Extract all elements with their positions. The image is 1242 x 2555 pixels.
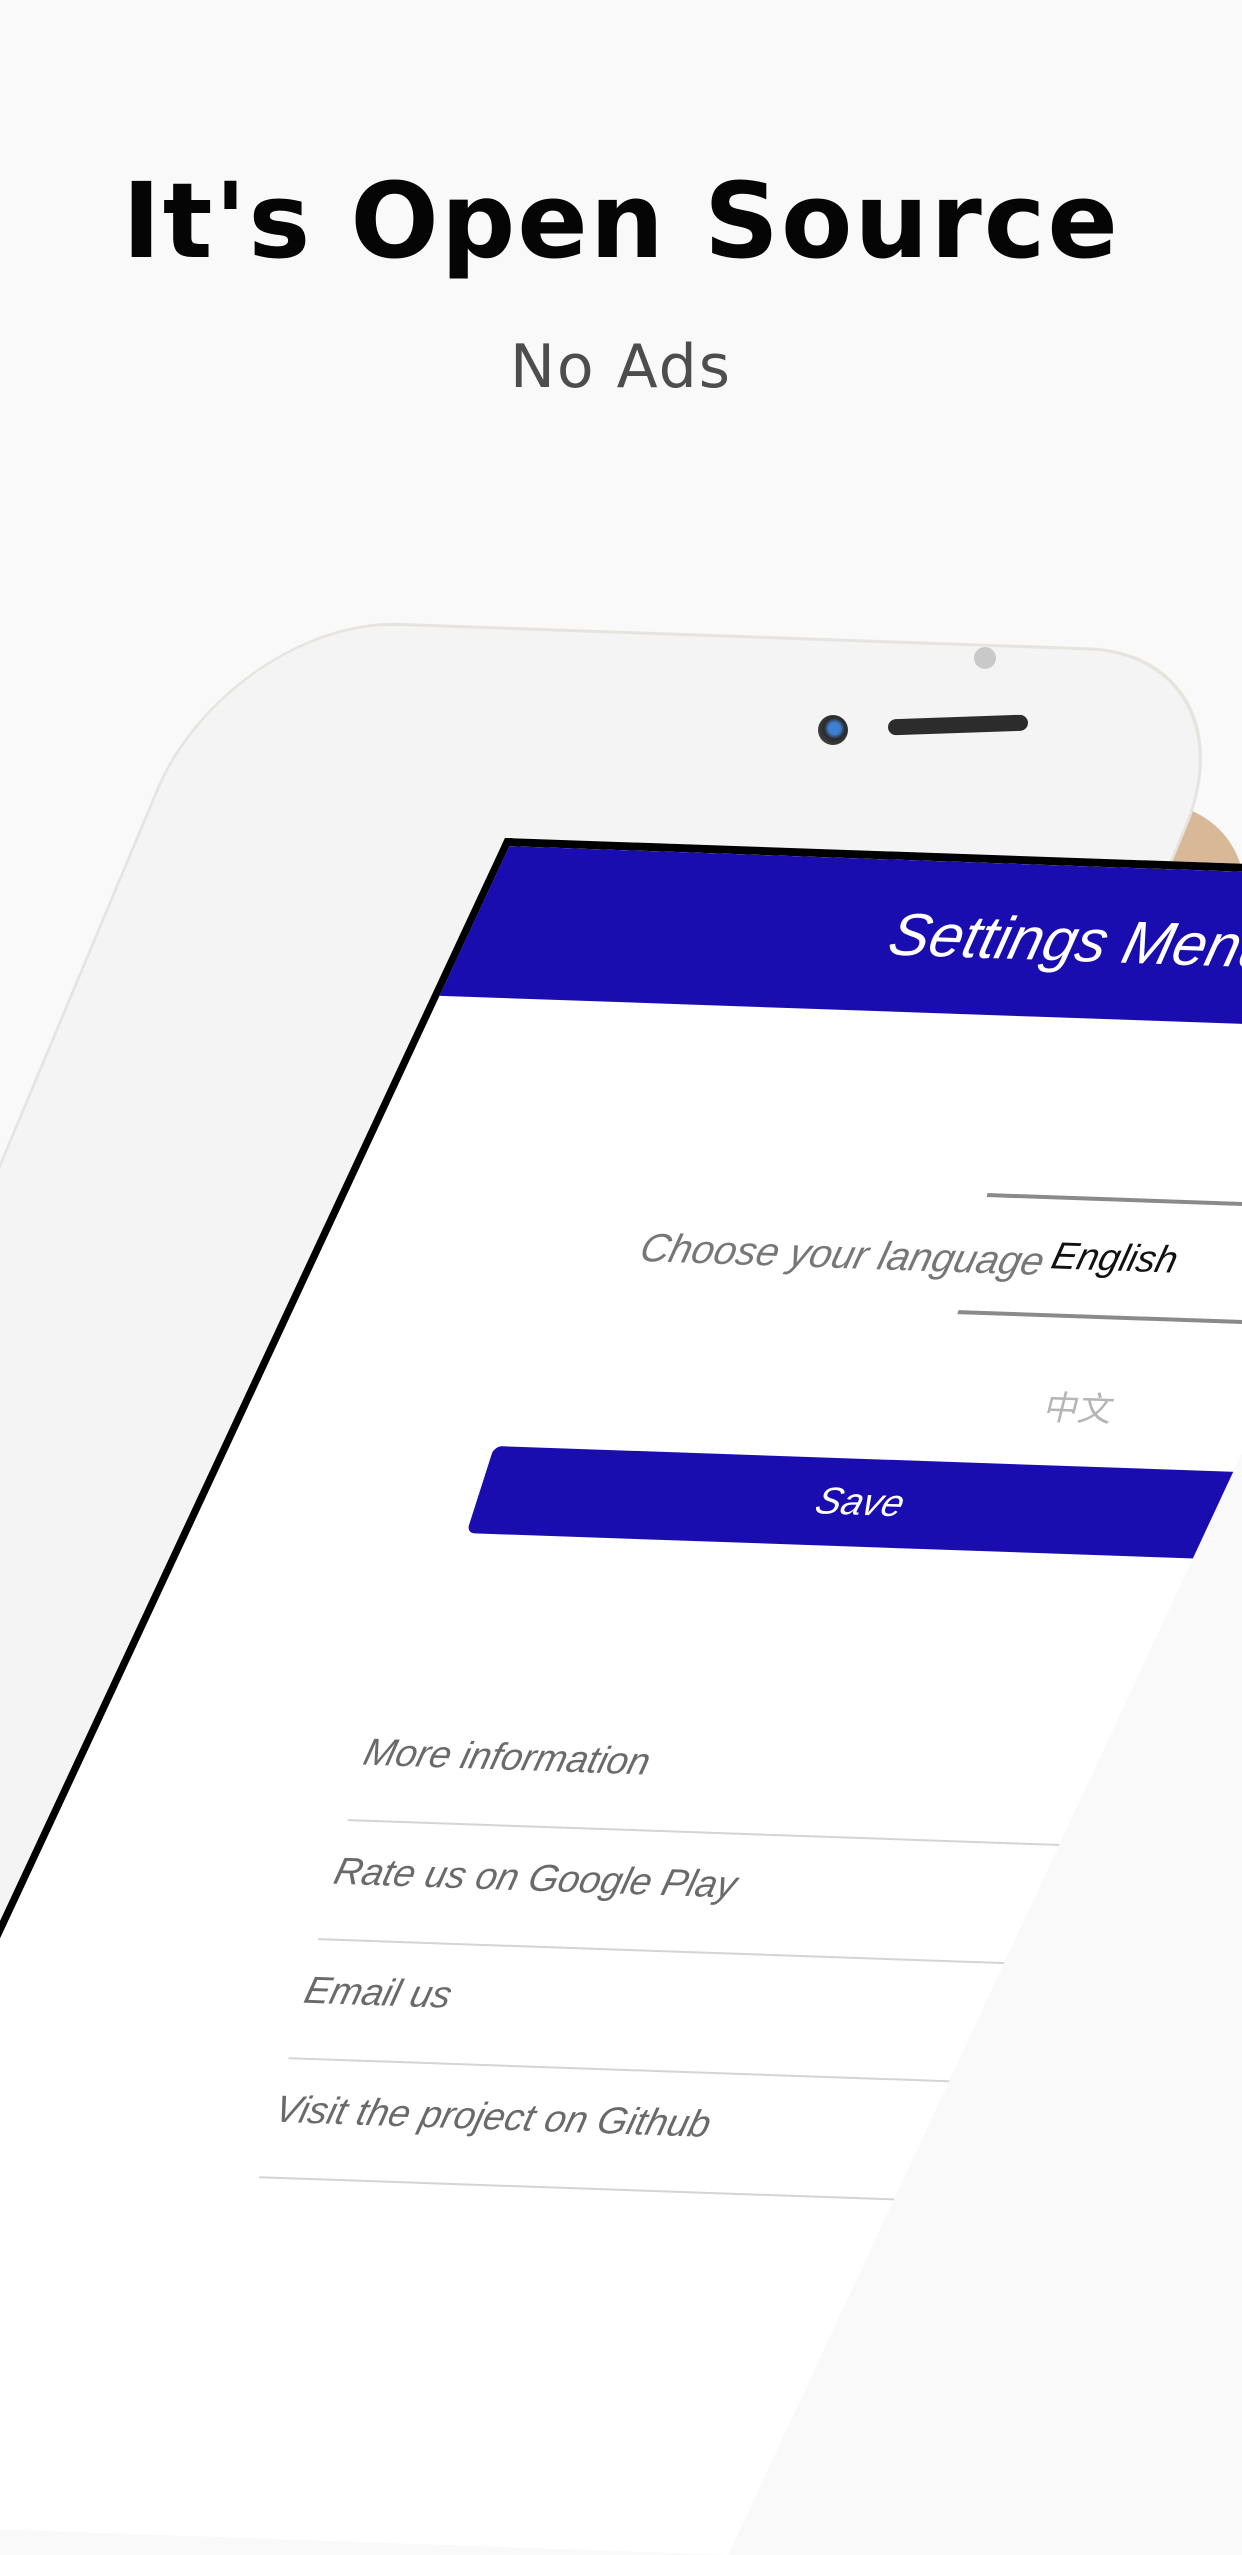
language-label: Choose your language bbox=[635, 1226, 1049, 1284]
language-option-english[interactable]: English bbox=[1047, 1236, 1182, 1283]
front-camera-icon bbox=[818, 715, 848, 745]
proximity-sensor bbox=[974, 647, 996, 669]
promo-subline: No Ads bbox=[510, 332, 732, 402]
page-title: Settings Menu bbox=[882, 900, 1242, 981]
picker-divider-bottom bbox=[957, 1310, 1242, 1325]
link-label: More information bbox=[359, 1731, 655, 1784]
chevron-right-icon: › bbox=[1019, 1991, 1062, 2062]
link-label: Rate us on Google Play bbox=[329, 1850, 742, 1907]
chevron-right-icon: › bbox=[990, 2110, 1032, 2181]
link-label: Visit the project on Github bbox=[270, 2088, 716, 2146]
promo-headline: It's Open Source bbox=[122, 160, 1120, 282]
link-label: Email us bbox=[300, 1969, 457, 2017]
language-option-chinese[interactable]: 中文 bbox=[1040, 1380, 1120, 1431]
save-button[interactable]: Save bbox=[466, 1445, 1242, 1560]
settings-link-list: More information Rate us on Google Play … bbox=[258, 1702, 1137, 2205]
link-github[interactable]: Visit the project on Github › bbox=[258, 2059, 1048, 2205]
picker-divider-top bbox=[986, 1193, 1242, 1208]
chevron-right-icon: › bbox=[1049, 1872, 1091, 1943]
